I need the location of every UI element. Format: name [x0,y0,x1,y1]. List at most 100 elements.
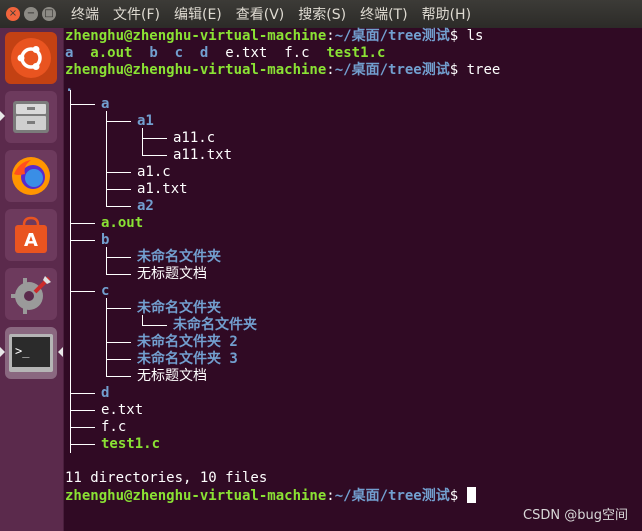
tree-entry: a11.c [173,130,215,147]
tree-entry: c [101,283,109,300]
launcher-firefox[interactable] [5,150,57,202]
tree-name: 无标题文档 [137,368,207,384]
tree-name: a11.txt [173,147,233,163]
menu-file[interactable]: 文件(F) [106,4,167,24]
prompt-user: zhenghu@zhenghu-virtual-machine [65,488,327,504]
command-tree: tree [466,62,501,78]
prompt-colon: : [326,28,335,44]
prompt-line-1: zhenghu@zhenghu-virtual-machine:~/桌面/tre… [65,28,483,45]
ls-item: d [199,45,209,61]
menu-bar: × − □ 终端 文件(F) 编辑(E) 查看(V) 搜索(S) 终端(T) 帮… [0,0,642,28]
menu-edit[interactable]: 编辑(E) [167,4,229,24]
tree-name: a.out [101,215,144,231]
software-center-icon: A [15,216,47,253]
tree-name: 未命名文件夹 [173,317,257,333]
tree-name: a [101,96,110,112]
tree-entry: 未命名文件夹 3 [137,351,238,368]
launcher-software-center[interactable]: A [5,209,57,261]
prompt-line-3[interactable]: zhenghu@zhenghu-virtual-machine:~/桌面/tre… [65,487,476,504]
ls-item: test1.c [326,45,386,61]
settings-icon [11,276,51,314]
tree-name: f.c [101,419,127,435]
launcher-sidebar: A >_ [0,28,64,531]
tree-name: a1.c [137,164,171,180]
prompt-user: zhenghu@zhenghu-virtual-machine [65,62,327,78]
maximize-icon[interactable]: □ [42,7,56,21]
menu-view[interactable]: 查看(V) [229,4,292,24]
menu-help[interactable]: 帮助(H) [415,4,478,24]
tree-entry: 未命名文件夹 [173,317,257,334]
tree-entry: a1 [137,113,154,130]
ls-item: b [149,45,158,61]
tree-name: e.txt [101,402,144,418]
tree-name: b [101,232,110,248]
text-cursor [466,487,476,503]
prompt-path: ~/桌面/tree测试 [334,62,450,78]
tree-name: a2 [137,198,154,214]
tree-name: 无标题文档 [137,266,207,282]
tree-summary: 11 directories, 10 files [65,470,268,486]
tree-name: 未命名文件夹 [137,300,221,316]
tree-entry: test1.c [101,436,160,453]
tree-name: c [101,283,110,299]
prompt-dollar: $ [449,488,467,504]
tree-name: a1.txt [137,181,188,197]
files-icon [13,101,49,133]
tree-name: 未命名文件夹 3 [137,351,238,367]
window-controls: × − □ [6,7,56,21]
launcher-files[interactable] [0,91,57,143]
command-ls: ls [466,28,484,44]
tree-entry: 无标题文档 [137,266,207,283]
svg-text:>_: >_ [15,344,30,358]
tree-entry: a.out [101,215,143,232]
ls-item: a [65,45,74,61]
prompt-dollar: $ [449,62,467,78]
tree-name: d [101,385,110,401]
ls-item: f.c [284,45,310,61]
firefox-icon [12,157,50,195]
close-icon[interactable]: × [6,7,20,21]
launcher-ubuntu[interactable] [5,32,57,84]
launcher-terminal[interactable]: >_ [0,327,63,379]
minimize-icon[interactable]: − [24,7,38,21]
tree-entry: a1.txt [137,181,188,198]
terminal-icon: >_ [9,334,53,372]
menu-search[interactable]: 搜索(S) [291,4,353,24]
ls-item: e.txt [225,45,268,61]
prompt-path: ~/桌面/tree测试 [334,28,450,44]
tree-entry: b [101,232,109,249]
tree-name: 未命名文件夹 [137,249,221,265]
tree-entry: 无标题文档 [137,368,207,385]
ls-item: c [174,45,184,61]
tree-name: test1.c [101,436,161,452]
watermark: CSDN @bug空间 [523,508,628,523]
tree-entry: 未命名文件夹 2 [137,334,238,351]
prompt-dollar: $ [449,28,467,44]
ubuntu-icon [11,38,51,78]
ls-output: a a.out b c d e.txt f.c test1.c [65,45,385,62]
ls-item: a.out [90,45,133,61]
menu-terminal-title: 终端 [71,7,99,23]
tree-entry: a11.txt [173,147,232,164]
tree-name: 未命名文件夹 2 [137,334,238,350]
tree-entry: f.c [101,419,126,436]
tree-entry: a2 [137,198,154,215]
terminal-output[interactable]: zhenghu@zhenghu-virtual-machine:~/桌面/tre… [64,28,642,531]
launcher-settings[interactable] [5,268,57,320]
prompt-colon: : [326,488,335,504]
tree-entry: a1.c [137,164,171,181]
prompt-line-2: zhenghu@zhenghu-virtual-machine:~/桌面/tre… [65,62,500,79]
focused-indicator [58,347,63,357]
running-indicator [0,347,5,357]
prompt-user: zhenghu@zhenghu-virtual-machine [65,28,327,44]
tree-entry: d [101,385,109,402]
menu-list: 终端 文件(F) 编辑(E) 查看(V) 搜索(S) 终端(T) 帮助(H) [64,4,478,24]
menu-terminal[interactable]: 终端(T) [353,4,414,24]
tree-entry: a [101,96,109,113]
running-indicator [0,111,5,121]
prompt-colon: : [326,62,335,78]
tree-name: a11.c [173,130,216,146]
tree-entry: 未命名文件夹 [137,300,221,317]
tree-name: a1 [137,113,154,129]
tree-entry: 未命名文件夹 [137,249,221,266]
